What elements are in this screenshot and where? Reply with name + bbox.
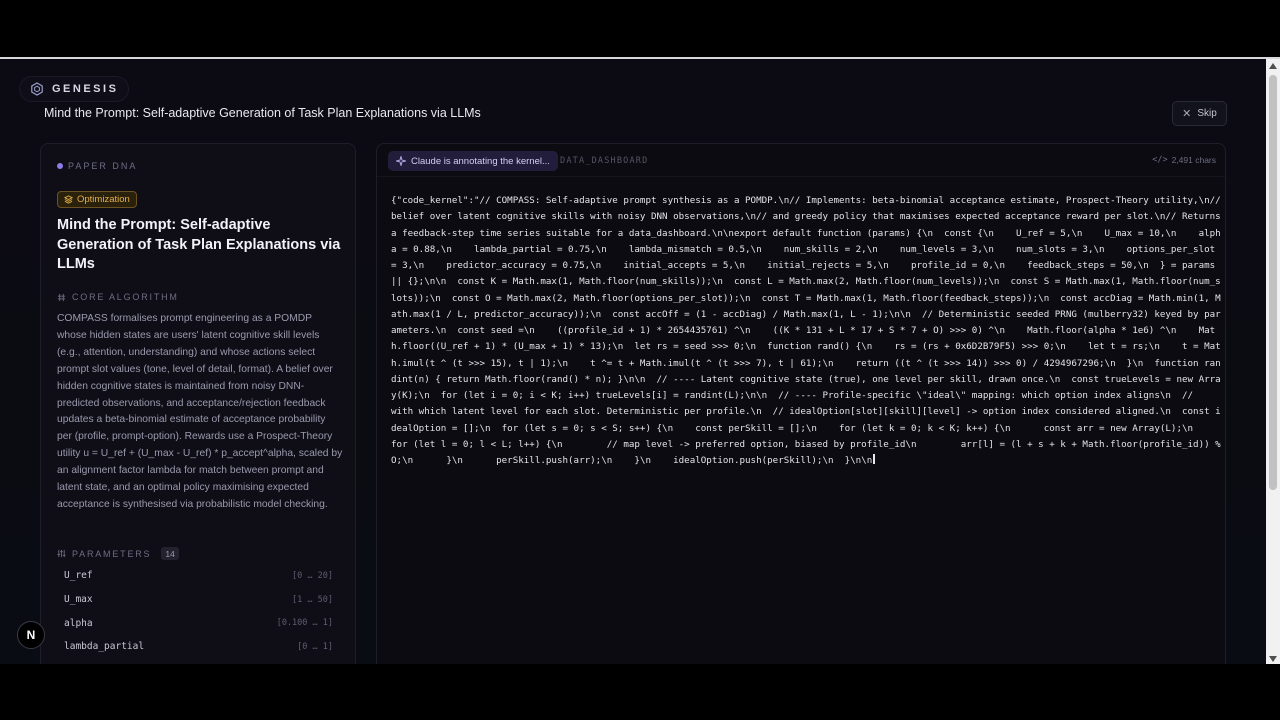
page-scrollbar[interactable]	[1266, 59, 1280, 664]
scroll-thumb[interactable]	[1269, 75, 1277, 490]
brand-badge[interactable]: GENESIS	[20, 77, 129, 101]
parameter-range: [0 … 20]	[292, 570, 333, 581]
parameter-name: U_ref	[64, 570, 93, 582]
parameter-row[interactable]: lambda_partial [0 … 1]	[57, 635, 341, 659]
text-cursor	[873, 454, 876, 464]
app-viewport: GENESIS Mind the Prompt: Self-adaptive G…	[0, 59, 1266, 664]
skip-button[interactable]: ✕ Skip	[1172, 101, 1227, 126]
code-content: {"code_kernel":"// COMPASS: Self-adaptiv…	[391, 195, 1226, 466]
parameter-range: [1 … 50]	[292, 594, 333, 605]
character-count-text: 2,491 chars	[1171, 155, 1216, 165]
dashboard-type-label: DATA_DASHBOARD	[560, 156, 649, 166]
algorithm-description: COMPASS formalises prompt engineering as…	[57, 313, 343, 510]
parameter-list: U_ref [0 … 20] U_max [1 … 50] alpha [0.1…	[57, 564, 341, 659]
code-icon: </>	[1152, 155, 1168, 165]
browser-bottom-bar	[0, 664, 1280, 720]
dot-icon	[57, 163, 63, 169]
skip-label: Skip	[1197, 108, 1217, 119]
n-logo-icon: N	[26, 628, 36, 642]
code-branch-icon	[57, 293, 66, 301]
brand-name: GENESIS	[52, 83, 119, 95]
parameter-range: [0.100 … 1]	[276, 618, 333, 629]
sliders-icon	[57, 549, 66, 558]
parameter-range: [0 … 1]	[297, 641, 333, 652]
character-count: </> 2,491 chars	[1152, 155, 1216, 165]
paper-dna-panel: PAPER DNA Optimization Mind the Prompt: …	[40, 143, 356, 664]
parameters-header: PARAMETERS 14	[57, 547, 179, 560]
hexagon-logo-icon	[31, 82, 43, 96]
parameter-row[interactable]: alpha [0.100 … 1]	[57, 611, 341, 635]
nextjs-dev-button[interactable]: N	[17, 621, 45, 649]
parameter-name: U_max	[64, 594, 93, 606]
parameter-name: lambda_partial	[64, 641, 145, 653]
core-algorithm-header: CORE ALGORITHM	[57, 292, 179, 302]
parameters-count-badge: 14	[161, 547, 179, 560]
annotating-status-badge: Claude is annotating the kernel...	[388, 151, 558, 171]
page-title: Mind the Prompt: Self-adaptive Generatio…	[44, 106, 481, 120]
core-algorithm-label: CORE ALGORITHM	[72, 292, 179, 302]
close-icon: ✕	[1182, 108, 1192, 120]
category-tag: Optimization	[57, 191, 137, 208]
code-kernel-panel: Claude is annotating the kernel... DATA_…	[376, 143, 1226, 664]
panel-header-divider	[377, 176, 1225, 177]
paper-dna-header: PAPER DNA	[57, 161, 137, 171]
parameter-row[interactable]: U_max [1 … 50]	[57, 588, 341, 612]
sparkle-icon	[396, 156, 406, 166]
parameters-label: PARAMETERS	[72, 548, 152, 559]
scroll-down-arrow-icon[interactable]	[1269, 656, 1277, 662]
scroll-up-arrow-icon[interactable]	[1269, 63, 1277, 69]
browser-top-bar	[0, 0, 1280, 57]
card-title: Mind the Prompt: Self-adaptive Generatio…	[57, 217, 341, 272]
parameter-name: alpha	[64, 617, 93, 629]
code-kernel-text[interactable]: {"code_kernel":"// COMPASS: Self-adaptiv…	[391, 193, 1221, 469]
parameter-row[interactable]: U_ref [0 … 20]	[57, 564, 341, 588]
category-tag-label: Optimization	[77, 194, 130, 205]
paper-dna-label: PAPER DNA	[68, 161, 138, 171]
annotating-status-text: Claude is annotating the kernel...	[411, 155, 550, 167]
layers-icon	[64, 195, 73, 204]
